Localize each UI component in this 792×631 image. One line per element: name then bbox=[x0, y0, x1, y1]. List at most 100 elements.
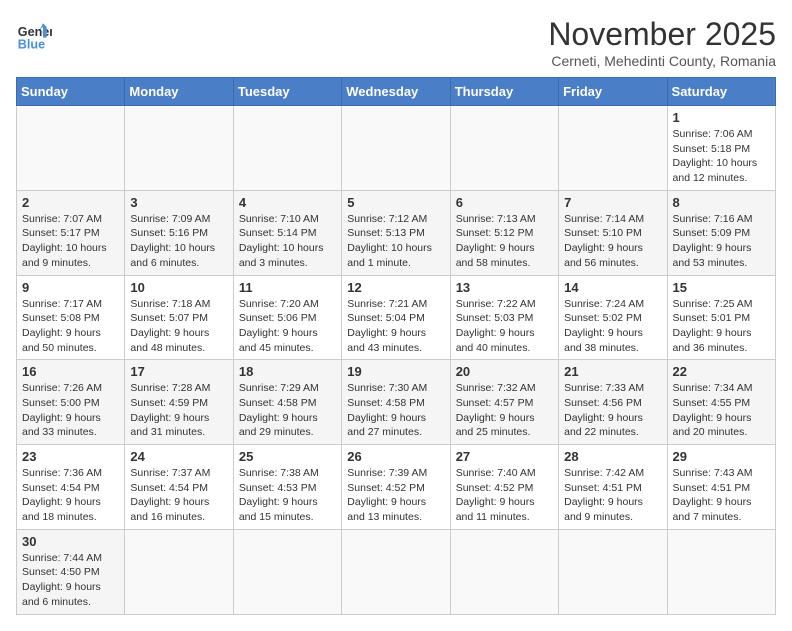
day-number: 9 bbox=[22, 280, 119, 295]
day-number: 25 bbox=[239, 449, 336, 464]
day-info: Sunrise: 7:17 AM Sunset: 5:08 PM Dayligh… bbox=[22, 297, 119, 356]
calendar-cell: 26 Sunrise: 7:39 AM Sunset: 4:52 PM Dayli… bbox=[342, 445, 450, 530]
day-info: Sunrise: 7:22 AM Sunset: 5:03 PM Dayligh… bbox=[456, 297, 553, 356]
title-area: November 2025 Cerneti, Mehedinti County,… bbox=[548, 16, 776, 69]
calendar-cell: 17Sunrise: 7:28 AM Sunset: 4:59 PM Dayli… bbox=[125, 360, 233, 445]
calendar-cell: 19 Sunrise: 7:30 AM Sunset: 4:58 PM Dayli… bbox=[342, 360, 450, 445]
calendar-cell: 6 Sunrise: 7:13 AM Sunset: 5:12 PM Daylig… bbox=[450, 190, 558, 275]
svg-text:Blue: Blue bbox=[18, 37, 45, 51]
day-info: Sunrise: 7:13 AM Sunset: 5:12 PM Dayligh… bbox=[456, 212, 553, 271]
day-info: Sunrise: 7:28 AM Sunset: 4:59 PM Dayligh… bbox=[130, 381, 227, 440]
day-info: Sunrise: 7:24 AM Sunset: 5:02 PM Dayligh… bbox=[564, 297, 661, 356]
calendar-cell: 14 Sunrise: 7:24 AM Sunset: 5:02 PM Dayli… bbox=[559, 275, 667, 360]
day-info: Sunrise: 7:16 AM Sunset: 5:09 PM Dayligh… bbox=[673, 212, 770, 271]
day-number: 20 bbox=[456, 364, 553, 379]
calendar-week-row: 9 Sunrise: 7:17 AM Sunset: 5:08 PM Daylig… bbox=[17, 275, 776, 360]
calendar-cell bbox=[233, 106, 341, 191]
header-monday: Monday bbox=[125, 78, 233, 106]
calendar-cell bbox=[342, 106, 450, 191]
day-info: Sunrise: 7:44 AM Sunset: 4:50 PM Dayligh… bbox=[22, 551, 119, 610]
day-info: Sunrise: 7:39 AM Sunset: 4:52 PM Dayligh… bbox=[347, 466, 444, 525]
calendar-cell: 4 Sunrise: 7:10 AM Sunset: 5:14 PM Daylig… bbox=[233, 190, 341, 275]
day-info: Sunrise: 7:10 AM Sunset: 5:14 PM Dayligh… bbox=[239, 212, 336, 271]
day-number: 10 bbox=[130, 280, 227, 295]
day-number: 19 bbox=[347, 364, 444, 379]
calendar-cell: 10 Sunrise: 7:18 AM Sunset: 5:07 PM Dayli… bbox=[125, 275, 233, 360]
header-friday: Friday bbox=[559, 78, 667, 106]
calendar-week-row: 23 Sunrise: 7:36 AM Sunset: 4:54 PM Dayli… bbox=[17, 445, 776, 530]
header-tuesday: Tuesday bbox=[233, 78, 341, 106]
calendar-cell bbox=[342, 529, 450, 614]
day-info: Sunrise: 7:36 AM Sunset: 4:54 PM Dayligh… bbox=[22, 466, 119, 525]
calendar-cell: 15Sunrise: 7:25 AM Sunset: 5:01 PM Dayli… bbox=[667, 275, 775, 360]
day-info: Sunrise: 7:38 AM Sunset: 4:53 PM Dayligh… bbox=[239, 466, 336, 525]
day-number: 21 bbox=[564, 364, 661, 379]
calendar-cell: 12Sunrise: 7:21 AM Sunset: 5:04 PM Dayli… bbox=[342, 275, 450, 360]
header-thursday: Thursday bbox=[450, 78, 558, 106]
day-info: Sunrise: 7:30 AM Sunset: 4:58 PM Dayligh… bbox=[347, 381, 444, 440]
day-number: 15 bbox=[673, 280, 770, 295]
calendar: Sunday Monday Tuesday Wednesday Thursday… bbox=[16, 77, 776, 615]
day-number: 13 bbox=[456, 280, 553, 295]
calendar-cell bbox=[559, 529, 667, 614]
day-info: Sunrise: 7:14 AM Sunset: 5:10 PM Dayligh… bbox=[564, 212, 661, 271]
calendar-cell: 20 Sunrise: 7:32 AM Sunset: 4:57 PM Dayli… bbox=[450, 360, 558, 445]
calendar-cell bbox=[17, 106, 125, 191]
day-info: Sunrise: 7:37 AM Sunset: 4:54 PM Dayligh… bbox=[130, 466, 227, 525]
day-number: 7 bbox=[564, 195, 661, 210]
calendar-cell: 27 Sunrise: 7:40 AM Sunset: 4:52 PM Dayli… bbox=[450, 445, 558, 530]
day-info: Sunrise: 7:26 AM Sunset: 5:00 PM Dayligh… bbox=[22, 381, 119, 440]
day-info: Sunrise: 7:40 AM Sunset: 4:52 PM Dayligh… bbox=[456, 466, 553, 525]
day-number: 26 bbox=[347, 449, 444, 464]
logo: General Blue bbox=[16, 16, 52, 52]
day-number: 23 bbox=[22, 449, 119, 464]
day-info: Sunrise: 7:42 AM Sunset: 4:51 PM Dayligh… bbox=[564, 466, 661, 525]
day-info: Sunrise: 7:21 AM Sunset: 5:04 PM Dayligh… bbox=[347, 297, 444, 356]
day-info: Sunrise: 7:29 AM Sunset: 4:58 PM Dayligh… bbox=[239, 381, 336, 440]
calendar-cell bbox=[125, 106, 233, 191]
calendar-cell bbox=[559, 106, 667, 191]
calendar-cell: 11 Sunrise: 7:20 AM Sunset: 5:06 PM Dayli… bbox=[233, 275, 341, 360]
calendar-cell: 9 Sunrise: 7:17 AM Sunset: 5:08 PM Daylig… bbox=[17, 275, 125, 360]
day-number: 27 bbox=[456, 449, 553, 464]
day-number: 11 bbox=[239, 280, 336, 295]
header-sunday: Sunday bbox=[17, 78, 125, 106]
day-number: 8 bbox=[673, 195, 770, 210]
calendar-week-row: 16Sunrise: 7:26 AM Sunset: 5:00 PM Dayli… bbox=[17, 360, 776, 445]
calendar-cell bbox=[450, 106, 558, 191]
calendar-cell bbox=[450, 529, 558, 614]
day-number: 5 bbox=[347, 195, 444, 210]
calendar-cell: 16Sunrise: 7:26 AM Sunset: 5:00 PM Dayli… bbox=[17, 360, 125, 445]
day-number: 14 bbox=[564, 280, 661, 295]
calendar-cell bbox=[667, 529, 775, 614]
subtitle: Cerneti, Mehedinti County, Romania bbox=[548, 53, 776, 69]
day-info: Sunrise: 7:34 AM Sunset: 4:55 PM Dayligh… bbox=[673, 381, 770, 440]
day-info: Sunrise: 7:32 AM Sunset: 4:57 PM Dayligh… bbox=[456, 381, 553, 440]
day-info: Sunrise: 7:20 AM Sunset: 5:06 PM Dayligh… bbox=[239, 297, 336, 356]
calendar-cell: 7 Sunrise: 7:14 AM Sunset: 5:10 PM Daylig… bbox=[559, 190, 667, 275]
day-number: 3 bbox=[130, 195, 227, 210]
calendar-cell bbox=[233, 529, 341, 614]
calendar-cell: 24 Sunrise: 7:37 AM Sunset: 4:54 PM Dayli… bbox=[125, 445, 233, 530]
calendar-cell: 30Sunrise: 7:44 AM Sunset: 4:50 PM Dayli… bbox=[17, 529, 125, 614]
day-info: Sunrise: 7:33 AM Sunset: 4:56 PM Dayligh… bbox=[564, 381, 661, 440]
day-number: 4 bbox=[239, 195, 336, 210]
logo-icon: General Blue bbox=[16, 16, 52, 52]
day-number: 28 bbox=[564, 449, 661, 464]
day-number: 2 bbox=[22, 195, 119, 210]
header: General Blue November 2025 Cerneti, Mehe… bbox=[16, 16, 776, 69]
calendar-cell: 5Sunrise: 7:12 AM Sunset: 5:13 PM Daylig… bbox=[342, 190, 450, 275]
calendar-cell: 28 Sunrise: 7:42 AM Sunset: 4:51 PM Dayli… bbox=[559, 445, 667, 530]
header-wednesday: Wednesday bbox=[342, 78, 450, 106]
calendar-cell: 23 Sunrise: 7:36 AM Sunset: 4:54 PM Dayli… bbox=[17, 445, 125, 530]
day-info: Sunrise: 7:18 AM Sunset: 5:07 PM Dayligh… bbox=[130, 297, 227, 356]
day-number: 24 bbox=[130, 449, 227, 464]
month-title: November 2025 bbox=[548, 16, 776, 53]
day-number: 1 bbox=[673, 110, 770, 125]
calendar-cell: 21 Sunrise: 7:33 AM Sunset: 4:56 PM Dayli… bbox=[559, 360, 667, 445]
calendar-week-row: 1Sunrise: 7:06 AM Sunset: 5:18 PM Daylig… bbox=[17, 106, 776, 191]
day-number: 6 bbox=[456, 195, 553, 210]
header-saturday: Saturday bbox=[667, 78, 775, 106]
day-info: Sunrise: 7:07 AM Sunset: 5:17 PM Dayligh… bbox=[22, 212, 119, 271]
calendar-cell: 8 Sunrise: 7:16 AM Sunset: 5:09 PM Daylig… bbox=[667, 190, 775, 275]
